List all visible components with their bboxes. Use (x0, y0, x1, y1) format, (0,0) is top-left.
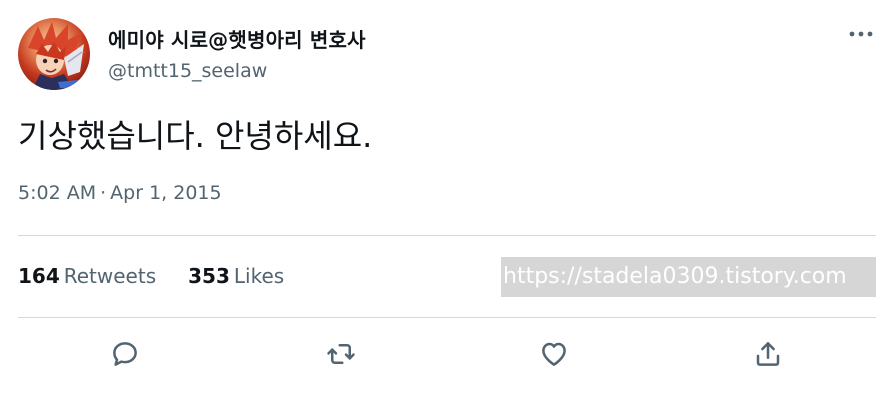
author-display-name[interactable]: 에미야 시로@햇병아리 변호사 (108, 24, 366, 53)
like-button[interactable] (538, 338, 570, 370)
retweet-icon (327, 344, 355, 364)
share-button[interactable] (752, 338, 784, 370)
tweet-timestamp[interactable]: 5:02 AM · Apr 1, 2015 (18, 182, 222, 204)
author-handle[interactable]: @tmtt15_seelaw (108, 60, 267, 82)
divider (18, 235, 876, 236)
retweets-count: 164 (18, 264, 60, 288)
tweet-text: 기상했습니다. 안녕하세요. (18, 117, 373, 155)
share-icon (756, 342, 780, 366)
retweet-button[interactable] (325, 338, 357, 370)
heart-icon (542, 342, 566, 366)
divider (18, 317, 876, 318)
retweets-label: Retweets (63, 264, 157, 288)
retweets-stat[interactable]: 164 Retweets (18, 264, 156, 288)
likes-stat[interactable]: 353 Likes (188, 264, 284, 288)
reply-button[interactable] (109, 338, 141, 370)
reply-icon (113, 342, 137, 366)
tweet-date: Apr 1, 2015 (110, 182, 222, 204)
more-horizontal-icon (849, 31, 873, 37)
watermark: https://stadela0309.tistory.com (501, 257, 876, 297)
likes-label: Likes (233, 264, 285, 288)
tweet-time: 5:02 AM (18, 182, 97, 204)
likes-count: 353 (188, 264, 230, 288)
meta-separator: · (100, 182, 107, 204)
more-options-button[interactable] (846, 22, 876, 46)
tweet-stats: 164 Retweets 353 Likes (18, 264, 284, 288)
avatar[interactable] (18, 18, 90, 90)
